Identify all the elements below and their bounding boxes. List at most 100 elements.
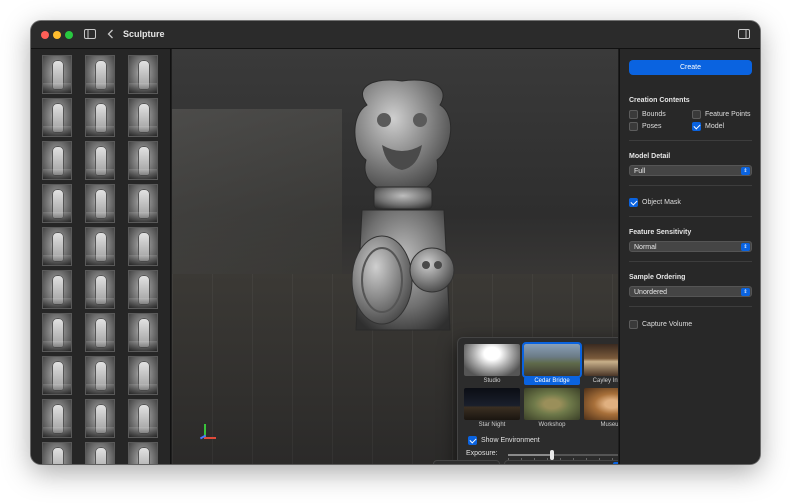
toolbar-group-camera: ⛶ ▣ ⊡ ▦ [433,460,500,464]
environment-icon[interactable]: ☁ [613,462,618,464]
inspector-panel: Create Creation Contents Bounds Feature … [619,49,760,464]
points-icon[interactable]: ⊡ [467,462,481,464]
exposure-slider[interactable] [508,450,618,460]
light-icon[interactable]: ☼ [538,462,552,464]
environment-preset-workshop[interactable]: Workshop [524,388,580,430]
photo-thumbnail[interactable] [128,399,158,438]
environment-preset-label: Cayley Interior [592,378,618,384]
photo-thumbnail[interactable] [42,399,72,438]
photo-thumbnail[interactable] [85,313,115,352]
sample-ordering-select[interactable]: Unordered ⇕ [629,286,752,297]
photo-thumbnail[interactable] [42,98,72,137]
photo-thumbnail[interactable] [128,55,158,94]
model-detail-select[interactable]: Full ⇕ [629,165,752,176]
bounds-label: Bounds [642,111,666,118]
photo-thumbnail[interactable] [85,141,115,180]
photo-thumbnail[interactable] [85,227,115,266]
environment-preset-label: Workshop [538,422,566,428]
model-label: Model [705,123,725,130]
graph-icon[interactable]: ⋈ [583,462,597,464]
sample-ordering-value: Unordered [634,289,668,296]
environment-preset-museum[interactable]: Museum [584,388,618,430]
photo-thumbnail[interactable] [42,227,72,266]
select-arrows-icon: ⇕ [741,167,750,175]
exposure-label: Exposure: [466,450,498,457]
photo-thumbnail[interactable] [128,98,158,137]
show-environment-checkbox[interactable] [468,436,477,445]
photo-thumbnail[interactable] [128,227,158,266]
photo-thumbnail[interactable] [85,184,115,223]
environment-preset-star[interactable]: Star Night [464,388,520,430]
sidebar-toggle-icon[interactable] [84,29,96,42]
capture-volume-label: Capture Volume [642,321,693,328]
show-environment-row[interactable]: Show Environment [468,436,540,445]
bounds-icon[interactable]: ▣ [452,462,466,464]
environment-preview-image [584,344,618,376]
contrast-icon[interactable]: ◑ [523,462,537,464]
environment-preset-cedar[interactable]: Cedar Bridge [522,342,582,386]
object-mask-checkbox[interactable] [629,198,638,207]
photo-thumbnail[interactable] [42,270,72,309]
camera-icon[interactable]: ▦ [482,462,496,464]
photo-thumbnail[interactable] [85,98,115,137]
environment-popover: Studio Cedar Bridge Cayley Interior Star Ni… [457,337,618,464]
environment-preview-image [522,342,582,378]
photo-thumbnail[interactable] [42,442,72,464]
environment-preset-label: Museum [600,422,618,428]
cube-icon[interactable]: ⬡ [568,462,582,464]
photo-thumbnail[interactable] [85,442,115,464]
window-title: Sculpture [123,29,165,39]
photo-thumbnail[interactable] [42,141,72,180]
back-chevron-icon[interactable] [107,29,114,42]
poses-label: Poses [642,123,662,130]
inspector-toggle-icon[interactable] [738,29,750,42]
environment-preview-image [524,388,580,420]
bounds-option[interactable]: Bounds [629,110,666,119]
rectangle-icon[interactable]: ▭ [553,462,567,464]
environment-preset-studio[interactable]: Studio [464,344,520,386]
photo-thumbnail[interactable] [42,313,72,352]
object-mask-option[interactable]: Object Mask [629,198,681,207]
environment-grid: Studio Cedar Bridge Cayley Interior Star Ni… [464,342,618,430]
capture-volume-option[interactable]: Capture Volume [629,320,692,329]
frame-icon[interactable]: ⛶ [437,462,451,464]
model-option[interactable]: Model [692,122,724,131]
close-window-button[interactable] [41,31,49,39]
photo-thumbnail[interactable] [128,313,158,352]
photo-thumbnail[interactable] [42,184,72,223]
poses-option[interactable]: Poses [629,122,661,131]
grid-icon[interactable]: ▦ [508,462,522,464]
environment-preset-cayley[interactable]: Cayley Interior [584,344,618,386]
model-detail-title: Model Detail [629,153,671,160]
object-mask-label: Object Mask [642,199,681,206]
minimize-window-button[interactable] [53,31,61,39]
photo-thumbnail[interactable] [85,356,115,395]
feature-points-option[interactable]: Feature Points [692,110,751,119]
axis-gizmo [199,424,220,444]
photo-thumbnail[interactable] [42,356,72,395]
photo-thumbnail[interactable] [42,55,72,94]
photo-thumbnail[interactable] [128,442,158,464]
feature-sensitivity-select[interactable]: Normal ⇕ [629,241,752,252]
capture-volume-checkbox[interactable] [629,320,638,329]
model-checkbox[interactable] [692,122,701,131]
image-thumbnail-sidebar[interactable] [31,49,171,464]
photo-thumbnail[interactable] [128,141,158,180]
photo-thumbnail[interactable] [85,399,115,438]
bounds-checkbox[interactable] [629,110,638,119]
photo-thumbnail[interactable] [85,55,115,94]
create-button[interactable]: Create [629,60,752,75]
viewport-toolbar: ⛶ ▣ ⊡ ▦ ▦ ◑ ☼ ▭ ⬡ ⋈ ⁙ ☁ [433,460,618,464]
photo-thumbnail[interactable] [128,270,158,309]
photo-thumbnail[interactable] [128,356,158,395]
dots-grid-icon[interactable]: ⁙ [598,462,612,464]
poses-checkbox[interactable] [629,122,638,131]
feature-points-checkbox[interactable] [692,110,701,119]
divider [629,185,752,186]
zoom-window-button[interactable] [65,31,73,39]
creation-contents-title: Creation Contents [629,97,690,104]
photo-thumbnail[interactable] [128,184,158,223]
environment-preset-label: Studio [483,378,501,384]
3d-viewport[interactable]: Studio Cedar Bridge Cayley Interior Star Ni… [172,49,618,464]
photo-thumbnail[interactable] [85,270,115,309]
